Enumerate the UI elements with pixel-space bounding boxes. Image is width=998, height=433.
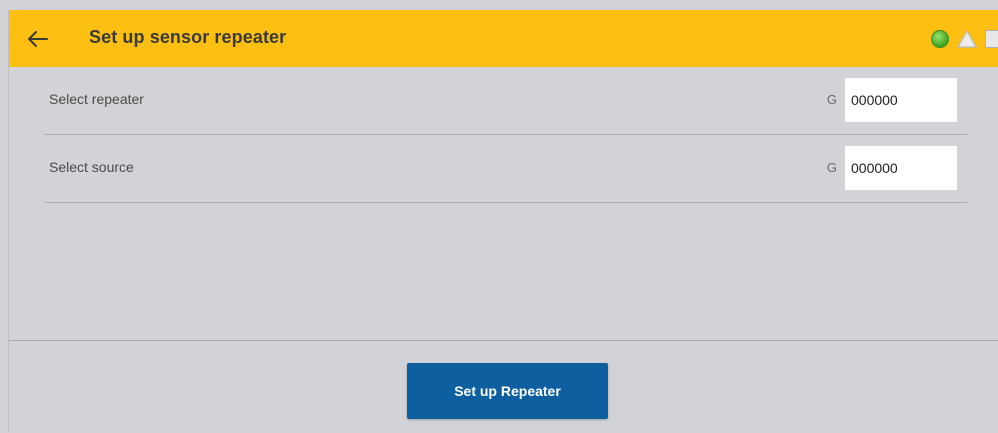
set-up-repeater-button[interactable]: Set up Repeater <box>407 363 608 419</box>
arrow-left-icon <box>28 31 48 47</box>
id-prefix: G <box>826 92 837 107</box>
row-select-source: Select source G <box>45 135 967 203</box>
status-indicators <box>931 28 998 50</box>
source-id-input[interactable] <box>845 146 957 190</box>
page-title: Set up sensor repeater <box>89 27 287 47</box>
row-label: Select source <box>49 159 134 175</box>
top-bar: Set up sensor repeater <box>9 10 998 67</box>
id-prefix: G <box>826 160 837 175</box>
square-icon[interactable] <box>985 30 998 48</box>
repeater-id-input[interactable] <box>845 78 957 122</box>
settings-list: Select repeater G Select source G <box>45 67 967 203</box>
app-window: Set up sensor repeater Select repeater G… <box>8 10 998 432</box>
warning-triangle-icon[interactable] <box>957 30 977 48</box>
row-label: Select repeater <box>49 91 144 107</box>
row-select-repeater: Select repeater G <box>45 67 967 135</box>
back-button[interactable] <box>23 24 53 54</box>
footer-bar: Set up Repeater <box>9 340 998 433</box>
status-ok-icon[interactable] <box>931 30 949 48</box>
